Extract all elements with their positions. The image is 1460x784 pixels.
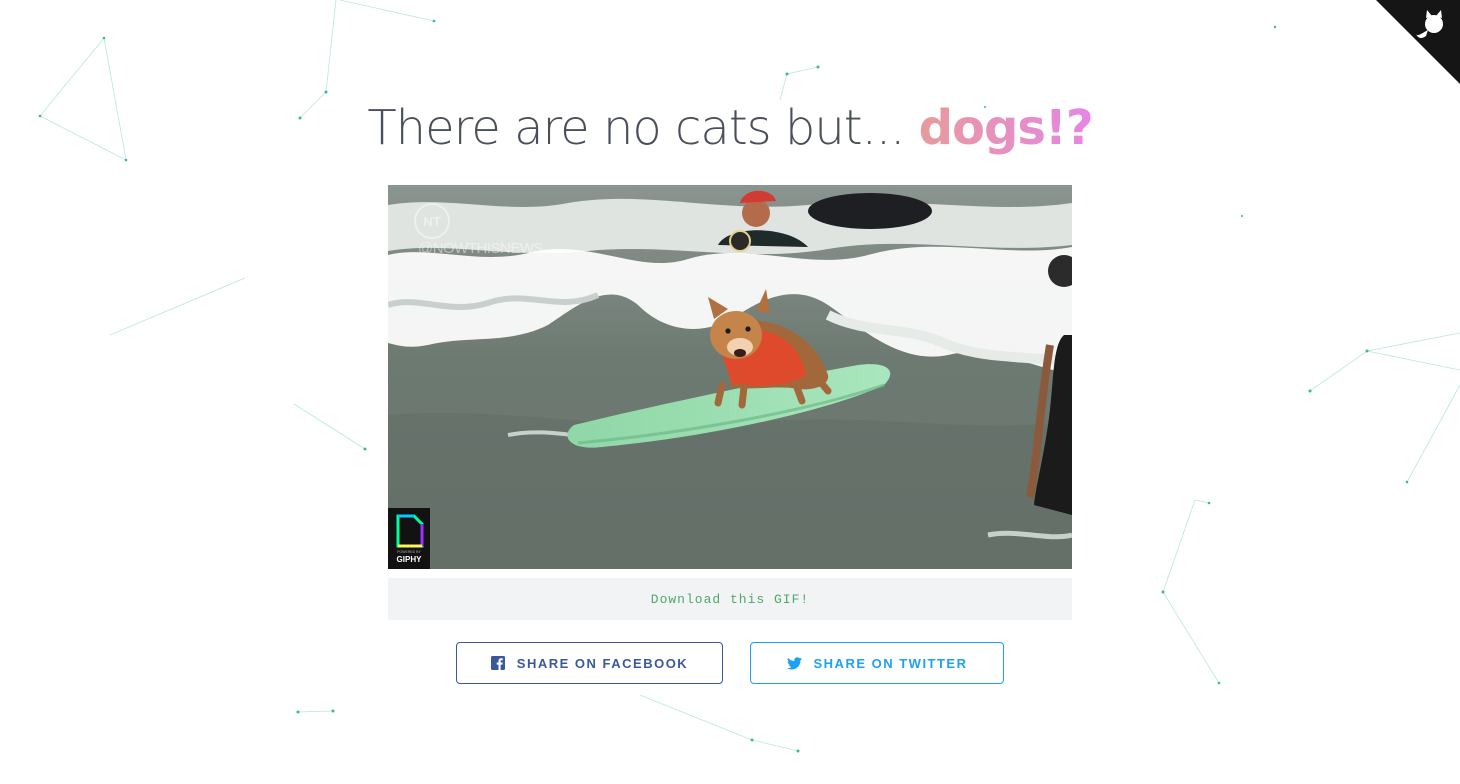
facebook-icon [490,656,505,670]
surfing-dog-image: NT @NOWTHISNEWS POWERED BY GIPHY [388,185,1072,569]
facebook-label: SHARE ON FACEBOOK [516,655,689,671]
watermark-logo: NT [423,214,440,229]
giphy-caption: POWERED BY [397,550,421,554]
page-title: There are no cats but... dogs!? [0,96,1460,160]
title-prefix: There are no cats but... [367,100,919,156]
download-label: Download this GIF! [650,591,810,607]
giphy-label: GIPHY [397,555,423,564]
twitter-icon [786,656,802,669]
share-twitter-button[interactable]: SHARE ON TWITTER [750,642,1004,684]
title-highlight: dogs!? [918,100,1094,156]
twitter-label: SHARE ON TWITTER [813,655,968,671]
giphy-badge: POWERED BY GIPHY [388,508,430,569]
github-corner-link[interactable] [1376,0,1460,84]
share-facebook-button[interactable]: SHARE ON FACEBOOK [456,642,723,684]
watermark-handle: @NOWTHISNEWS [418,240,544,257]
download-gif-button[interactable]: Download this GIF! [388,578,1072,620]
dog-gif: NT @NOWTHISNEWS POWERED BY GIPHY [388,185,1072,569]
